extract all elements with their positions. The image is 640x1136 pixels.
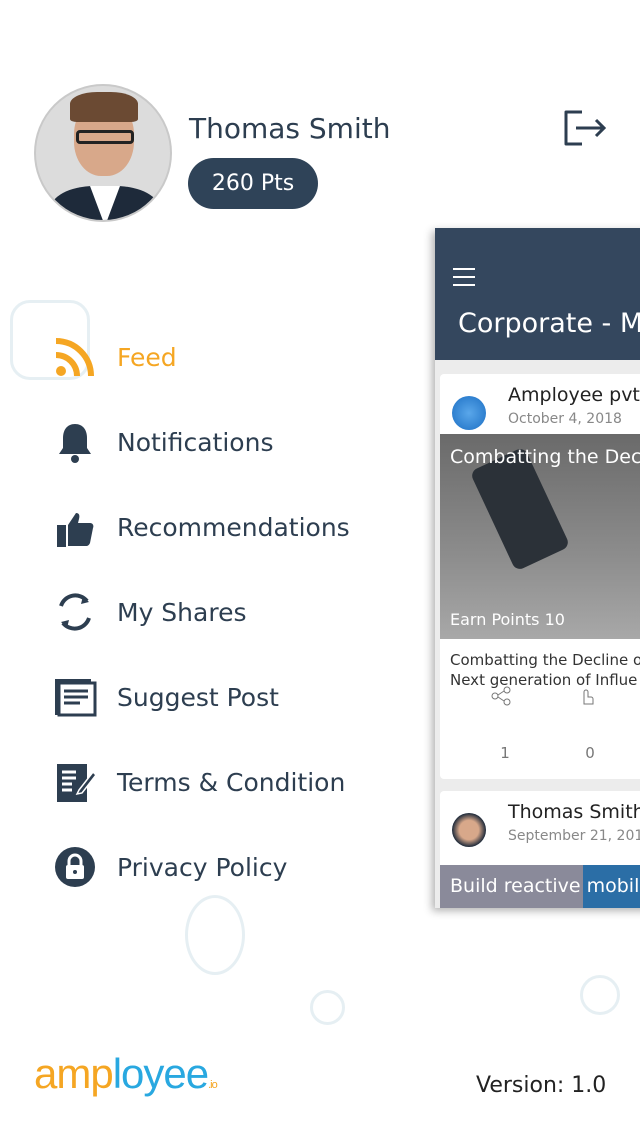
hamburger-menu-icon[interactable] bbox=[453, 268, 475, 292]
lock-icon bbox=[52, 844, 98, 890]
logo-part: amp bbox=[34, 1050, 114, 1097]
user-avatar bbox=[452, 813, 486, 847]
logout-button[interactable] bbox=[560, 108, 608, 152]
menu-label: Privacy Policy bbox=[117, 852, 288, 882]
thumbs-up-icon bbox=[52, 504, 98, 550]
sidebar-item-terms[interactable]: Terms & Condition bbox=[52, 757, 345, 807]
feed-header: Corporate - M bbox=[435, 228, 640, 360]
refresh-icon bbox=[52, 589, 98, 635]
sidebar-item-privacy-policy[interactable]: Privacy Policy bbox=[52, 842, 287, 892]
logout-icon bbox=[564, 110, 607, 146]
share-icon[interactable] bbox=[486, 686, 516, 710]
click-count: 0 bbox=[585, 744, 595, 762]
menu-label: Terms & Condition bbox=[117, 767, 346, 797]
post-image-title: Build reactive mobil bbox=[450, 875, 640, 897]
rss-icon bbox=[52, 334, 98, 380]
logo-part: loyee bbox=[112, 1050, 209, 1097]
background-doodle bbox=[185, 895, 245, 975]
post-card[interactable]: Amployee pvt October 4, 2018 Combatting … bbox=[440, 374, 640, 779]
menu-label: Recommendations bbox=[117, 512, 350, 542]
sidebar-item-my-shares[interactable]: My Shares bbox=[52, 587, 246, 637]
post-author: Thomas Smith bbox=[508, 801, 640, 823]
sidebar-item-notifications[interactable]: Notifications bbox=[52, 417, 273, 467]
post-date: October 4, 2018 bbox=[508, 411, 622, 427]
profile-name: Thomas Smith bbox=[189, 112, 391, 145]
post-description-line: Next generation of Influe bbox=[450, 671, 638, 689]
post-card[interactable]: Thomas Smith September 21, 2018 Build re… bbox=[440, 791, 640, 908]
menu-label: Notifications bbox=[117, 427, 274, 457]
bell-icon bbox=[52, 419, 98, 465]
post-author: Amployee pvt bbox=[508, 384, 640, 406]
post-image: Build reactive mobil bbox=[440, 865, 640, 908]
sidebar-item-recommendations[interactable]: Recommendations bbox=[52, 502, 350, 552]
document-icon bbox=[52, 674, 98, 720]
points-badge: 260 Pts bbox=[188, 158, 318, 209]
edit-document-icon bbox=[52, 759, 98, 805]
feed-title: Corporate - M bbox=[458, 308, 640, 339]
post-image: Combatting the Dec Earn Points 10 bbox=[440, 434, 640, 639]
post-date: September 21, 2018 bbox=[508, 828, 640, 844]
amployee-logo: amployee.io bbox=[34, 1050, 218, 1098]
menu-label: Suggest Post bbox=[117, 682, 279, 712]
version-label: Version: 1.0 bbox=[476, 1073, 607, 1098]
menu-label: Feed bbox=[117, 342, 177, 372]
feed-preview-panel[interactable]: Corporate - M Amployee pvt October 4, 20… bbox=[435, 228, 640, 908]
sidebar-item-feed[interactable]: Feed bbox=[52, 332, 177, 382]
company-avatar bbox=[452, 396, 486, 430]
background-doodle bbox=[310, 990, 345, 1025]
earn-points: Earn Points 10 bbox=[450, 610, 565, 629]
avatar[interactable] bbox=[34, 84, 172, 222]
click-icon[interactable] bbox=[571, 686, 601, 710]
share-count: 1 bbox=[500, 744, 510, 762]
post-description: Combatting the Decline o Next generation … bbox=[450, 650, 640, 690]
post-description-line: Combatting the Decline o bbox=[450, 651, 640, 669]
background-doodle bbox=[580, 975, 620, 1015]
sidebar-item-suggest-post[interactable]: Suggest Post bbox=[52, 672, 279, 722]
post-image-title: Combatting the Dec bbox=[450, 446, 640, 468]
menu-label: My Shares bbox=[117, 597, 247, 627]
logo-part: .io bbox=[208, 1079, 218, 1091]
